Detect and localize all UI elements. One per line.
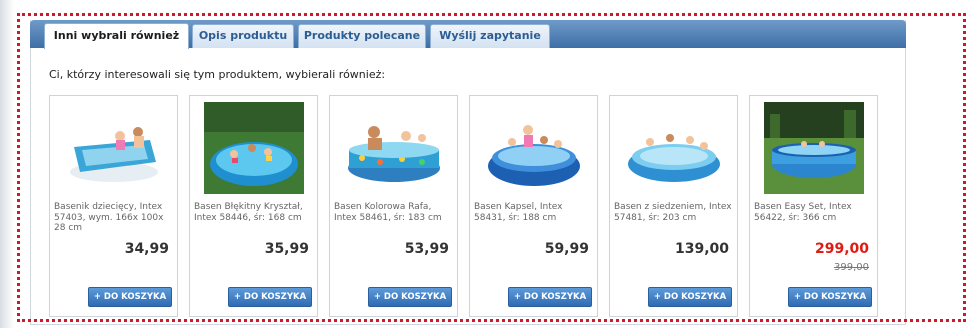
left-shadow — [0, 0, 14, 328]
highlight-frame — [17, 13, 966, 322]
